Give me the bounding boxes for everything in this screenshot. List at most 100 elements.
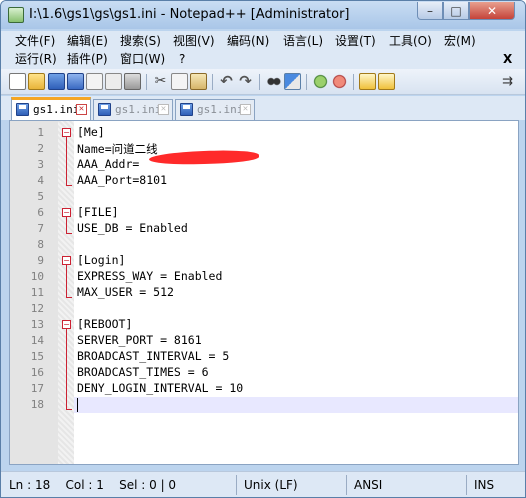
menu-window[interactable]: 窗口(W) <box>120 51 165 68</box>
menu-file[interactable]: 文件(F) <box>15 33 55 50</box>
paste-icon[interactable] <box>190 73 207 90</box>
redaction-mark <box>148 149 260 166</box>
line-number: 9 <box>37 254 44 267</box>
sync-v-icon[interactable] <box>359 73 376 90</box>
close-icon[interactable] <box>86 73 103 90</box>
menu-language[interactable]: 语言(L) <box>283 33 323 50</box>
redo-icon[interactable]: ↷ <box>237 73 254 90</box>
replace-icon[interactable] <box>284 73 301 90</box>
fold-end-marker <box>66 297 72 298</box>
menu-plugins[interactable]: 插件(P) <box>67 51 108 68</box>
line-number: 12 <box>30 302 44 315</box>
menu-help[interactable]: ? <box>179 51 185 68</box>
close-document-button[interactable]: X <box>503 51 512 68</box>
tab-label: gs1.ini <box>197 103 244 116</box>
ini-key-value[interactable]: AAA_Port=8101 <box>77 173 167 187</box>
insert-mode: INS <box>474 478 495 492</box>
toolbar-separator <box>306 74 307 90</box>
tab-gs1-ini-1[interactable]: gs1.ini ✕ <box>11 97 91 120</box>
ini-key-value[interactable]: MAX_USER = 512 <box>77 285 174 299</box>
fold-toggle-icon[interactable]: − <box>62 208 71 217</box>
fold-toggle-icon[interactable]: − <box>62 256 71 265</box>
menu-edit[interactable]: 编辑(E) <box>67 33 108 50</box>
tab-gs1-ini-3[interactable]: gs1.ini ✕ <box>175 99 255 120</box>
toolbar-separator <box>353 74 354 90</box>
saved-file-icon <box>98 103 111 116</box>
fold-toggle-icon[interactable]: − <box>62 320 71 329</box>
notepadpp-window: I:\1.6\gs1\gs\gs1.ini - Notepad++ [Admin… <box>0 0 526 498</box>
fold-line <box>66 329 67 410</box>
tab-bar: gs1.ini ✕ gs1.ini ✕ gs1.ini ✕ <box>1 96 525 120</box>
tab-gs1-ini-2[interactable]: gs1.ini ✕ <box>93 99 173 120</box>
menu-encoding[interactable]: 编码(N) <box>227 33 269 50</box>
line-number: 16 <box>30 366 44 379</box>
fold-end-marker <box>66 233 72 234</box>
minimize-button[interactable]: – <box>417 2 443 20</box>
save-icon[interactable] <box>48 73 65 90</box>
line-number: 2 <box>37 142 44 155</box>
status-separator <box>236 475 237 495</box>
fold-line <box>66 137 67 186</box>
ini-key-value[interactable]: AAA_Addr= <box>77 157 139 171</box>
ini-section-header[interactable]: [REBOOT] <box>77 317 132 331</box>
title-bar[interactable]: I:\1.6\gs1\gs\gs1.ini - Notepad++ [Admin… <box>1 1 525 29</box>
find-icon[interactable] <box>265 73 282 90</box>
line-number: 18 <box>30 398 44 411</box>
eol-format: Unix (LF) <box>244 478 298 492</box>
menu-run[interactable]: 运行(R) <box>15 51 57 68</box>
tab-close-button[interactable]: ✕ <box>240 104 251 115</box>
ini-key-value[interactable]: EXPRESS_WAY = Enabled <box>77 269 222 283</box>
line-number: 1 <box>37 126 44 139</box>
status-bar: Ln : 18 Col : 1 Sel : 0 | 0 Unix (LF) AN… <box>1 471 525 497</box>
close-window-button[interactable]: ✕ <box>469 2 515 20</box>
menu-view[interactable]: 视图(V) <box>173 33 215 50</box>
status-separator <box>346 475 347 495</box>
ini-key-value[interactable]: USE_DB = Enabled <box>77 221 188 235</box>
toolbar-separator <box>259 74 260 90</box>
print-icon[interactable] <box>124 73 141 90</box>
cut-icon[interactable]: ✂ <box>152 73 169 90</box>
menu-tools[interactable]: 工具(O) <box>389 33 432 50</box>
new-file-icon[interactable] <box>9 73 26 90</box>
open-file-icon[interactable] <box>28 73 45 90</box>
ini-key-value[interactable]: BROADCAST_TIMES = 6 <box>77 365 209 379</box>
word-wrap-icon[interactable]: ⇉ <box>499 73 516 90</box>
maximize-button[interactable]: □ <box>443 2 469 20</box>
text-editor[interactable]: 1 [Me] 2 Name=问道二线 3 AAA_Addr= 4 AAA_Port=8101 5… <box>9 120 519 465</box>
zoom-out-icon[interactable] <box>331 73 348 90</box>
line-number: 5 <box>37 190 44 203</box>
line-number: 17 <box>30 382 44 395</box>
ini-section-header[interactable]: [Login] <box>77 253 125 267</box>
fold-end-marker <box>66 409 72 410</box>
ini-key-value[interactable]: DENY_LOGIN_INTERVAL = 10 <box>77 381 243 395</box>
saved-file-icon <box>16 103 29 116</box>
line-number: 8 <box>37 238 44 251</box>
line-number: 6 <box>37 206 44 219</box>
fold-end-marker <box>66 185 72 186</box>
ini-key-value[interactable]: BROADCAST_INTERVAL = 5 <box>77 349 229 363</box>
menu-search[interactable]: 搜索(S) <box>120 33 161 50</box>
text-caret <box>77 398 78 412</box>
undo-icon[interactable]: ↶ <box>218 73 235 90</box>
window-title: I:\1.6\gs1\gs\gs1.ini - Notepad++ [Admin… <box>29 7 350 22</box>
close-all-icon[interactable] <box>105 73 122 90</box>
ini-key-value[interactable]: Name=问道二线 <box>77 141 158 157</box>
menu-macro[interactable]: 宏(M) <box>444 33 476 50</box>
menu-settings[interactable]: 设置(T) <box>335 33 376 50</box>
ini-section-header[interactable]: [Me] <box>77 125 105 139</box>
save-all-icon[interactable] <box>67 73 84 90</box>
ini-key-value[interactable]: SERVER_PORT = 8161 <box>77 333 202 347</box>
current-line-highlight <box>74 397 518 413</box>
file-encoding: ANSI <box>354 478 383 492</box>
tab-close-button[interactable]: ✕ <box>76 104 87 115</box>
sync-h-icon[interactable] <box>378 73 395 90</box>
tab-label: gs1.ini <box>115 103 162 116</box>
tab-close-button[interactable]: ✕ <box>158 104 169 115</box>
line-number: 13 <box>30 318 44 331</box>
ini-section-header[interactable]: [FILE] <box>77 205 119 219</box>
copy-icon[interactable] <box>171 73 188 90</box>
zoom-in-icon[interactable] <box>312 73 329 90</box>
fold-toggle-icon[interactable]: − <box>62 128 71 137</box>
saved-file-icon <box>180 103 193 116</box>
line-number: 7 <box>37 222 44 235</box>
